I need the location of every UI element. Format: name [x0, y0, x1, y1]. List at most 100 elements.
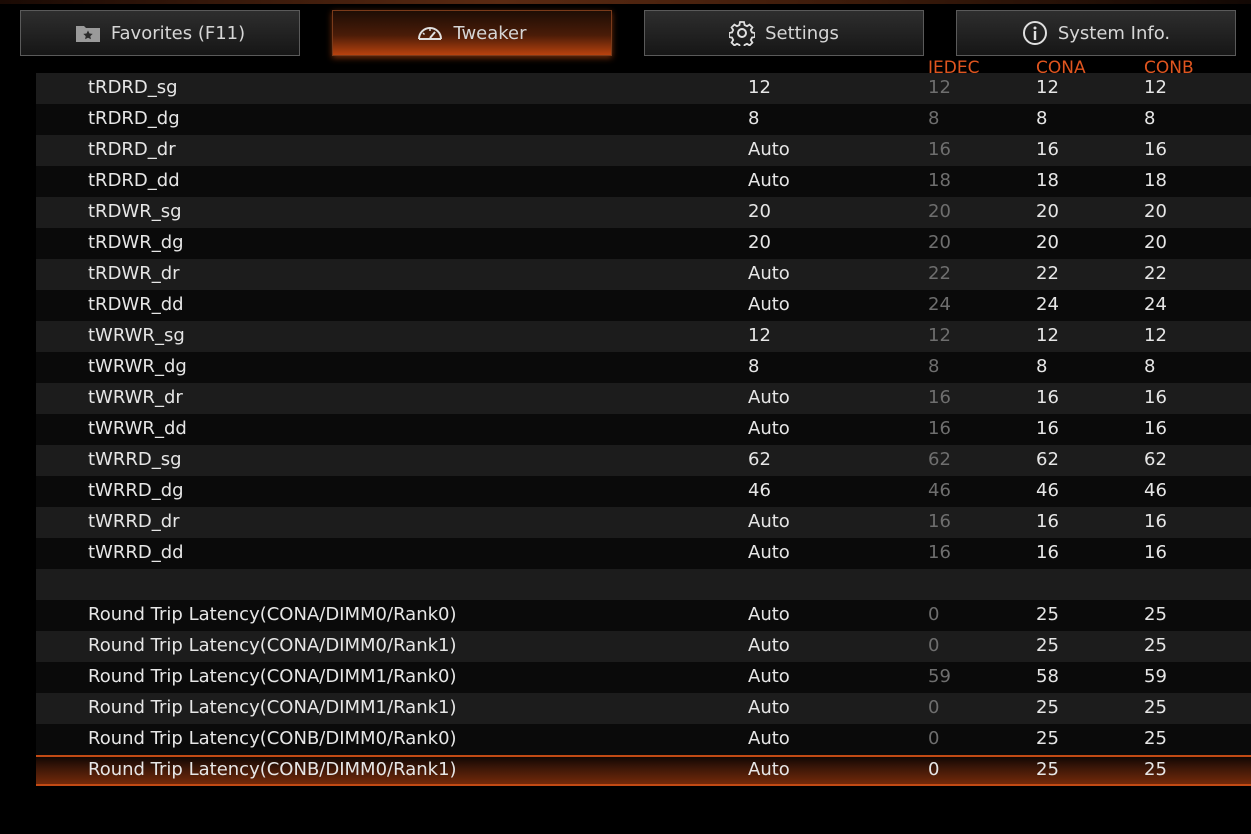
setting-value[interactable]: Auto [748, 666, 790, 687]
setting-row[interactable]: tRDRD_dg 8 8 8 8 [36, 104, 1251, 135]
setting-row[interactable]: tWRRD_sg 62 62 62 62 [36, 445, 1251, 476]
setting-row[interactable]: Round Trip Latency(CONA/DIMM1/Rank1) Auto… [36, 693, 1251, 724]
setting-row[interactable]: tRDWR_dr Auto 22 22 22 [36, 259, 1251, 290]
tab-system-info[interactable]: System Info. [956, 10, 1236, 56]
conb-value: 8 [1144, 108, 1156, 129]
cona-value: 20 [1036, 201, 1059, 222]
setting-name: tWRWR_sg [88, 325, 185, 346]
cona-value: 12 [1036, 325, 1059, 346]
conb-value: 25 [1144, 697, 1167, 718]
conb-value: 59 [1144, 666, 1167, 687]
setting-name: tWRRD_sg [88, 449, 182, 470]
favorites-folder-icon [75, 23, 101, 43]
setting-value[interactable]: Auto [748, 418, 790, 439]
setting-value[interactable]: Auto [748, 170, 790, 191]
setting-name: tRDWR_sg [88, 201, 182, 222]
setting-value[interactable]: 8 [748, 108, 759, 129]
setting-name: tWRRD_dd [88, 542, 184, 563]
setting-row[interactable]: tWRWR_dd Auto 16 16 16 [36, 414, 1251, 445]
jedec-value: 22 [928, 263, 951, 284]
cona-value: 12 [1036, 77, 1059, 98]
setting-row[interactable]: tWRRD_dr Auto 16 16 16 [36, 507, 1251, 538]
jedec-value: 8 [928, 356, 940, 377]
tab-tweaker-label: Tweaker [453, 22, 527, 44]
gear-icon [729, 20, 756, 46]
setting-row[interactable]: Round Trip Latency(CONA/DIMM0/Rank1) Auto… [36, 631, 1251, 662]
setting-name: tRDWR_dd [88, 294, 184, 315]
jedec-value: 16 [928, 511, 951, 532]
setting-row[interactable]: tRDRD_dd Auto 18 18 18 [36, 166, 1251, 197]
setting-name: tRDRD_dr [88, 139, 176, 160]
setting-row[interactable]: tWRRD_dg 46 46 46 46 [36, 476, 1251, 507]
jedec-value: 0 [928, 759, 940, 780]
jedec-value: 12 [928, 325, 951, 346]
conb-value: 20 [1144, 201, 1167, 222]
setting-name: tWRRD_dr [88, 511, 180, 532]
setting-value[interactable]: Auto [748, 511, 790, 532]
cona-value: 24 [1036, 294, 1059, 315]
jedec-value: 16 [928, 418, 951, 439]
setting-row[interactable]: tRDRD_sg 12 12 12 12 [36, 73, 1251, 104]
setting-value[interactable]: 8 [748, 356, 759, 377]
jedec-value: 0 [928, 697, 940, 718]
setting-value[interactable]: 12 [748, 77, 771, 98]
jedec-value: 20 [928, 232, 951, 253]
info-icon [1022, 20, 1048, 46]
top-accent-bar [0, 0, 1251, 4]
setting-row[interactable]: tRDWR_dd Auto 24 24 24 [36, 290, 1251, 321]
jedec-value: 16 [928, 139, 951, 160]
conb-value: 20 [1144, 232, 1167, 253]
tab-settings[interactable]: Settings [644, 10, 924, 56]
setting-row[interactable]: tWRWR_dg 8 8 8 8 [36, 352, 1251, 383]
cona-value: 8 [1036, 108, 1048, 129]
setting-value[interactable]: Auto [748, 697, 790, 718]
setting-value[interactable]: Auto [748, 542, 790, 563]
timing-table: tRDRD_sg 12 12 12 12 tRDRD_dg 8 8 8 8 tRDRD_dr Auto… [36, 73, 1251, 786]
setting-row[interactable]: Round Trip Latency(CONB/DIMM0/Rank1) Auto… [36, 755, 1251, 786]
setting-row[interactable]: tWRWR_dr Auto 16 16 16 [36, 383, 1251, 414]
jedec-value: 0 [928, 728, 940, 749]
conb-value: 16 [1144, 418, 1167, 439]
setting-value[interactable]: Auto [748, 759, 790, 780]
setting-name: tRDWR_dr [88, 263, 180, 284]
jedec-value: 12 [928, 77, 951, 98]
setting-row[interactable]: Round Trip Latency(CONA/DIMM0/Rank0) Auto… [36, 600, 1251, 631]
setting-row[interactable]: tRDWR_sg 20 20 20 20 [36, 197, 1251, 228]
setting-value[interactable]: 46 [748, 480, 771, 501]
tab-tweaker[interactable]: Tweaker [332, 10, 612, 56]
cona-value: 25 [1036, 697, 1059, 718]
setting-row[interactable]: tWRWR_sg 12 12 12 12 [36, 321, 1251, 352]
conb-value: 25 [1144, 635, 1167, 656]
cona-value: 20 [1036, 232, 1059, 253]
setting-row[interactable]: tWRRD_dd Auto 16 16 16 [36, 538, 1251, 569]
setting-value[interactable]: 12 [748, 325, 771, 346]
setting-value[interactable]: Auto [748, 139, 790, 160]
setting-name: tWRWR_dr [88, 387, 183, 408]
setting-value[interactable]: 20 [748, 201, 771, 222]
setting-value[interactable]: Auto [748, 263, 790, 284]
speedometer-icon [417, 24, 443, 42]
setting-value[interactable]: Auto [748, 728, 790, 749]
cona-value: 8 [1036, 356, 1048, 377]
conb-value: 22 [1144, 263, 1167, 284]
setting-value[interactable]: Auto [748, 294, 790, 315]
setting-row[interactable]: tRDRD_dr Auto 16 16 16 [36, 135, 1251, 166]
setting-row[interactable]: tRDWR_dg 20 20 20 20 [36, 228, 1251, 259]
conb-value: 18 [1144, 170, 1167, 191]
conb-value: 46 [1144, 480, 1167, 501]
jedec-value: 16 [928, 542, 951, 563]
setting-value[interactable]: 20 [748, 232, 771, 253]
setting-value[interactable]: 62 [748, 449, 771, 470]
cona-value: 16 [1036, 139, 1059, 160]
setting-value[interactable]: Auto [748, 604, 790, 625]
setting-row[interactable]: Round Trip Latency(CONB/DIMM0/Rank0) Auto… [36, 724, 1251, 755]
tab-favorites[interactable]: Favorites (F11) [20, 10, 300, 56]
cona-value: 16 [1036, 542, 1059, 563]
setting-value[interactable]: Auto [748, 387, 790, 408]
setting-value[interactable]: Auto [748, 635, 790, 656]
cona-value: 62 [1036, 449, 1059, 470]
tab-bar: Favorites (F11) Tweaker Settings System … [20, 10, 1236, 56]
setting-name: tRDWR_dg [88, 232, 184, 253]
cona-value: 58 [1036, 666, 1059, 687]
setting-row[interactable]: Round Trip Latency(CONA/DIMM1/Rank0) Auto… [36, 662, 1251, 693]
